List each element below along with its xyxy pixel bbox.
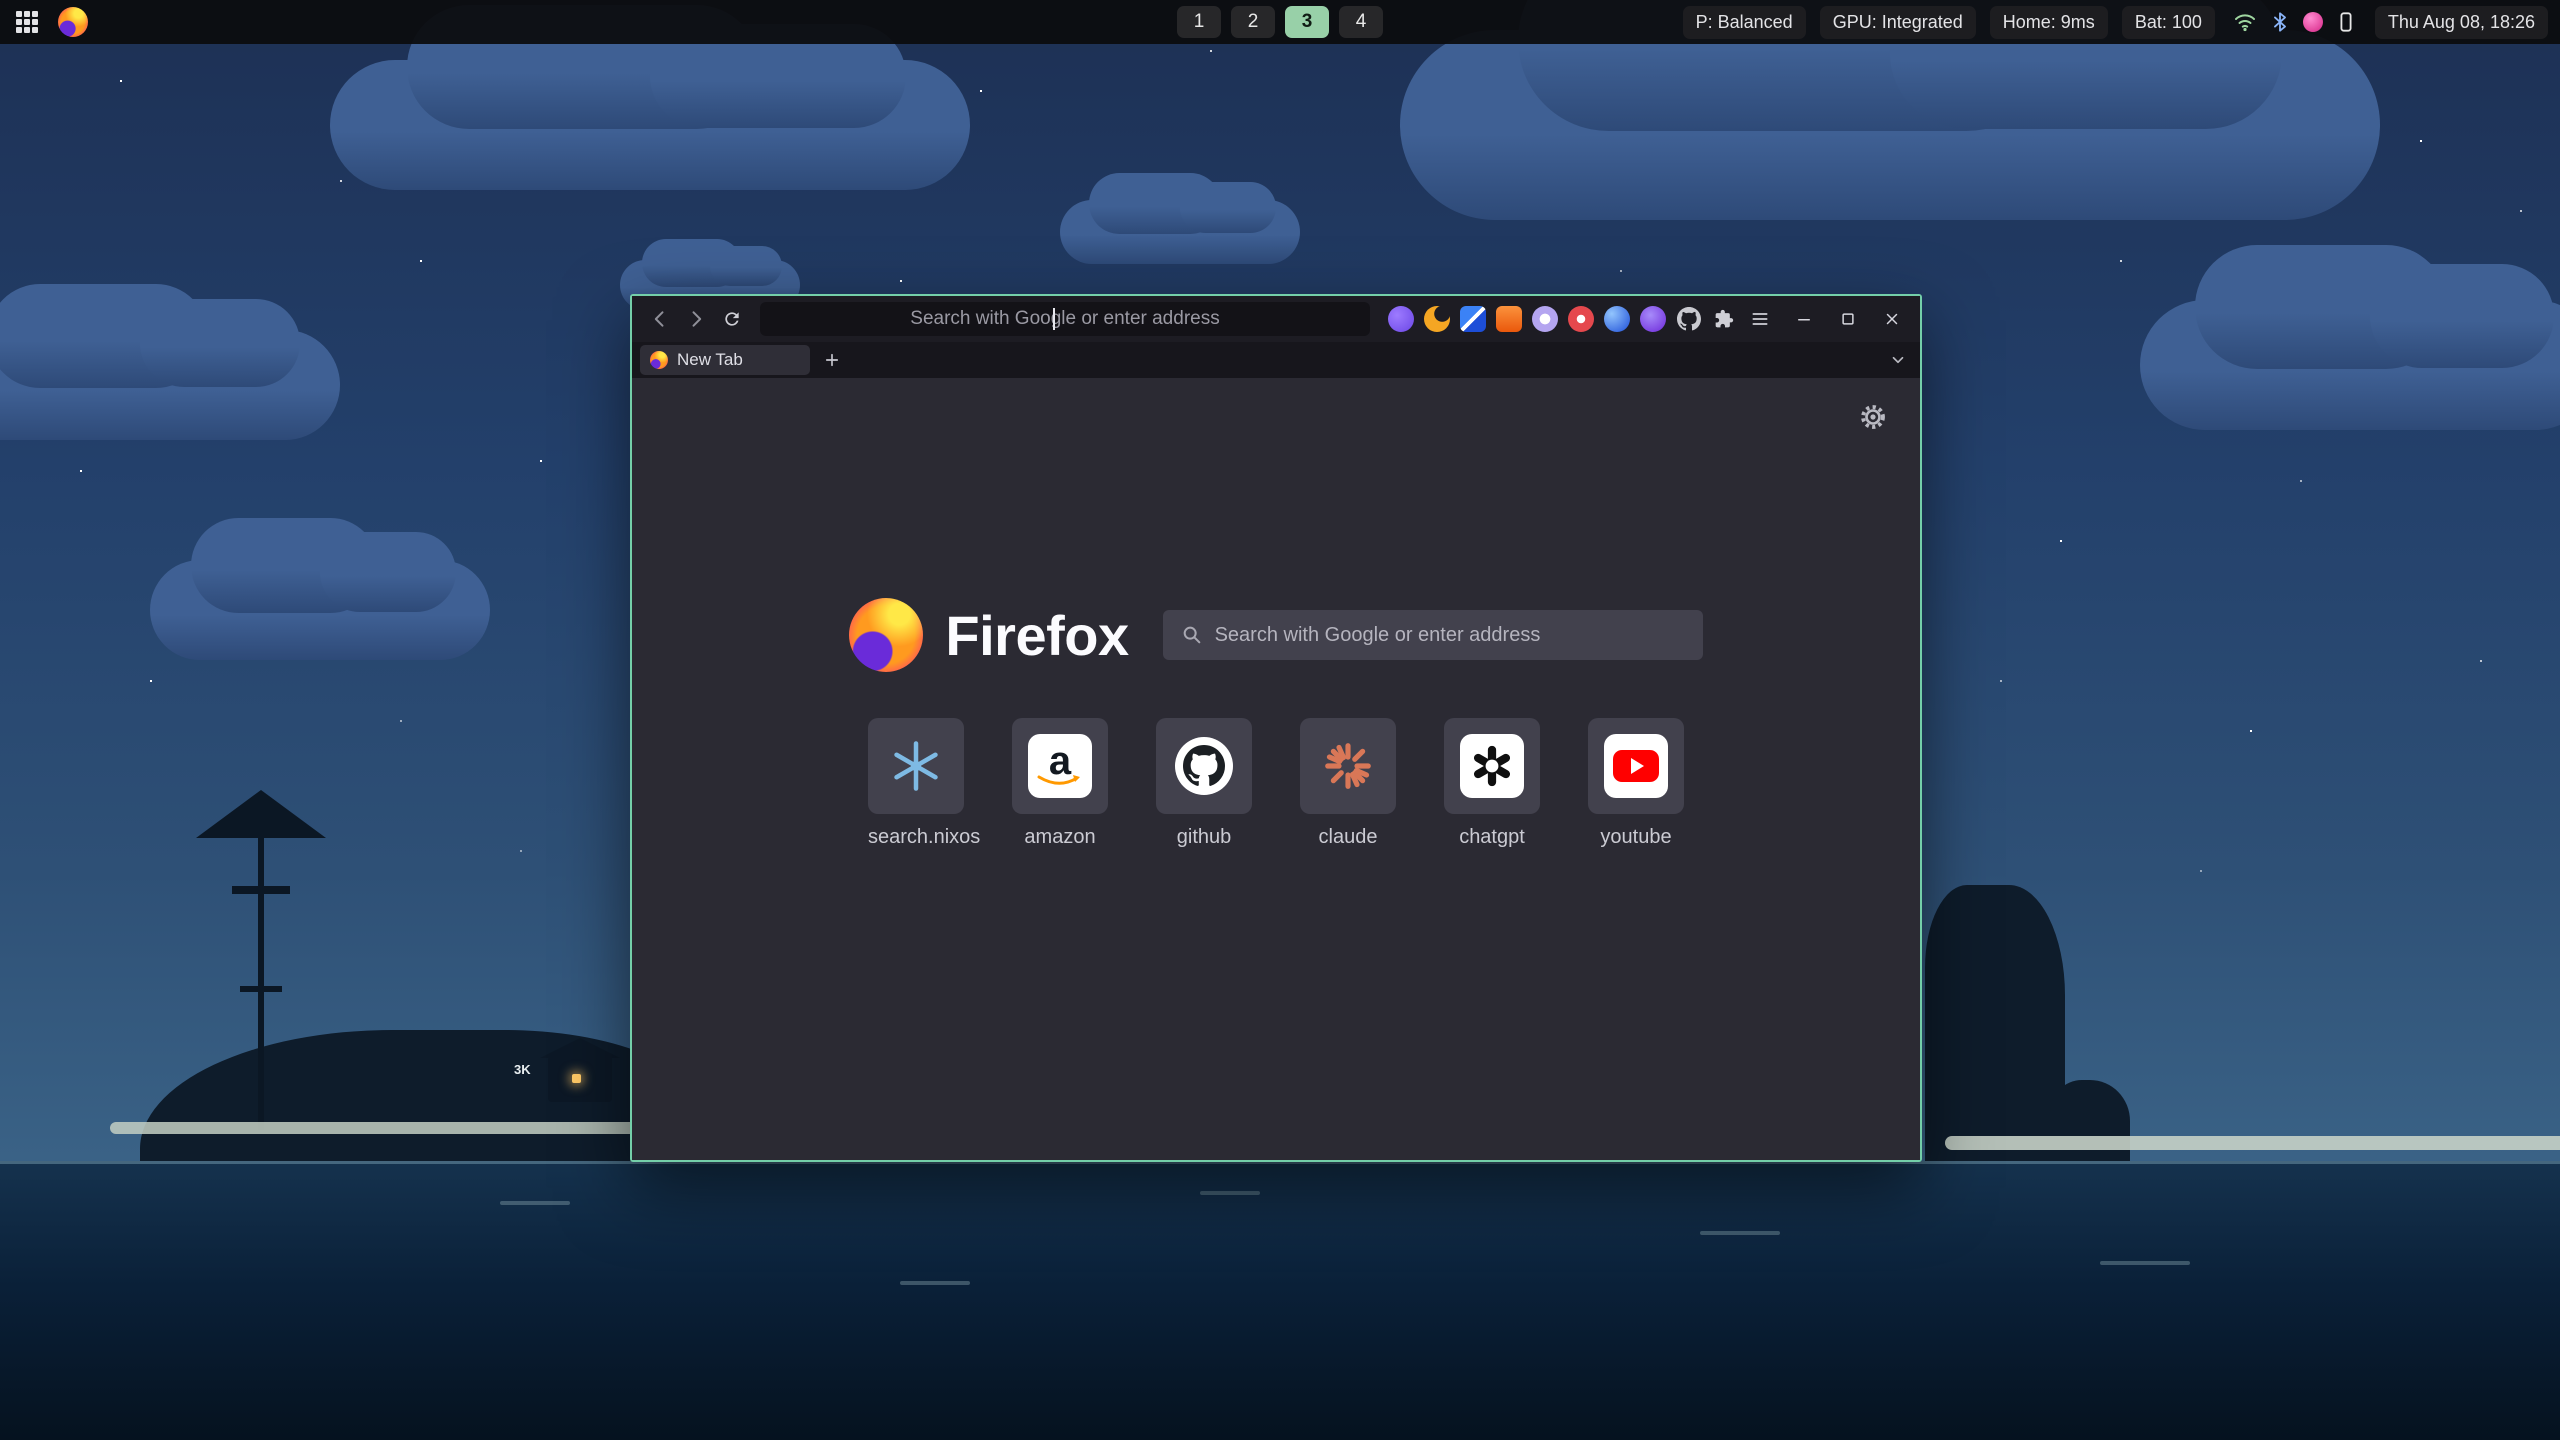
shortcut-tiles: search.nixos a amazon — [632, 718, 1920, 849]
firefox-logo — [849, 598, 923, 672]
personalize-gear-button[interactable] — [1860, 404, 1886, 430]
color-indicator-icon — [2303, 12, 2323, 32]
shortcut-claude[interactable]: claude — [1300, 718, 1396, 849]
firefox-wordmark: Firefox — [945, 603, 1128, 668]
shortcut-label: github — [1156, 826, 1252, 849]
status-bar: 1 2 3 4 P: Balanced GPU: Integrated Home… — [0, 0, 2560, 44]
shortcut-chatgpt[interactable]: chatgpt — [1444, 718, 1540, 849]
display-icon — [2335, 11, 2357, 33]
text-caret — [1053, 308, 1055, 330]
extension-buttons — [1388, 306, 1702, 332]
islet-silhouette — [1925, 885, 2065, 1161]
navigation-toolbar: Search with Google or enter address — [632, 296, 1920, 342]
firefox-favicon-icon — [650, 351, 668, 369]
extension-icon-6[interactable] — [1568, 306, 1594, 332]
bluetooth-icon — [2269, 11, 2291, 33]
tab-title: New Tab — [677, 350, 743, 370]
clock: Thu Aug 08, 18:26 — [2375, 6, 2548, 39]
youtube-icon — [1613, 750, 1659, 782]
workspace-3-active[interactable]: 3 — [1285, 6, 1329, 38]
claude-icon — [1321, 739, 1375, 793]
chatgpt-icon — [1470, 744, 1514, 788]
shortcut-github[interactable]: github — [1156, 718, 1252, 849]
extension-icon-github[interactable] — [1676, 306, 1702, 332]
workspace-1[interactable]: 1 — [1177, 6, 1221, 38]
shortcut-amazon[interactable]: a amazon — [1012, 718, 1108, 849]
extension-icon-3[interactable] — [1460, 306, 1486, 332]
maximize-button[interactable] — [1834, 305, 1862, 333]
ocean — [0, 1161, 2560, 1440]
list-all-tabs-button[interactable] — [1884, 346, 1912, 374]
shortcut-youtube[interactable]: youtube — [1588, 718, 1684, 849]
search-icon — [1181, 624, 1203, 646]
workspace-switcher: 1 2 3 4 — [1177, 6, 1383, 38]
island-sign: 3K — [514, 1062, 531, 1077]
cloud — [150, 560, 490, 660]
desktop: 3K 1 2 3 4 — [0, 0, 2560, 1440]
menu-button[interactable] — [1746, 305, 1774, 333]
github-icon — [1183, 745, 1225, 787]
new-tab-button[interactable] — [818, 346, 846, 374]
hut-window-light — [572, 1074, 581, 1083]
workspace-4[interactable]: 4 — [1339, 6, 1383, 38]
tab-new-tab[interactable]: New Tab — [640, 345, 810, 375]
cloud — [330, 60, 970, 190]
cloud — [1060, 200, 1300, 264]
cloud — [1400, 30, 2380, 220]
firefox-taskbar-icon[interactable] — [58, 7, 88, 37]
apps-grid-icon — [15, 10, 39, 34]
shortcut-search-nixos[interactable]: search.nixos — [868, 718, 964, 849]
watchtower-platform — [232, 886, 290, 894]
shortcut-label: claude — [1300, 826, 1396, 849]
window-controls — [1790, 305, 1906, 333]
newtab-search-box[interactable] — [1163, 610, 1703, 660]
beach-strip — [110, 1122, 690, 1134]
battery-indicator: Bat: 100 — [2122, 6, 2215, 39]
minimize-button[interactable] — [1790, 305, 1818, 333]
watchtower-pole — [258, 830, 264, 1130]
cloud — [0, 330, 340, 440]
watchtower-platform — [240, 986, 282, 992]
new-tab-page: Firefox — [632, 378, 1920, 1160]
extension-icon-1[interactable] — [1388, 306, 1414, 332]
extension-icon-8[interactable] — [1640, 306, 1666, 332]
shortcut-label: search.nixos — [868, 826, 964, 849]
nixos-icon — [889, 739, 943, 793]
forward-button[interactable] — [682, 305, 710, 333]
back-button[interactable] — [646, 305, 674, 333]
app-launcher-button[interactable] — [12, 7, 42, 37]
tab-bar: New Tab — [632, 342, 1920, 378]
system-tray — [2229, 10, 2361, 34]
url-placeholder: Search with Google or enter address — [910, 308, 1219, 330]
extensions-button[interactable] — [1710, 305, 1738, 333]
gpu-indicator: GPU: Integrated — [1820, 6, 1976, 39]
shortcut-label: youtube — [1588, 826, 1684, 849]
extension-icon-5[interactable] — [1532, 306, 1558, 332]
wifi-icon — [2233, 10, 2257, 34]
power-profile-indicator: P: Balanced — [1683, 6, 1806, 39]
extension-icon-2[interactable] — [1424, 306, 1450, 332]
amazon-smile-icon — [1037, 774, 1083, 790]
close-button[interactable] — [1878, 305, 1906, 333]
extension-icon-4[interactable] — [1496, 306, 1522, 332]
extension-icon-7[interactable] — [1604, 306, 1630, 332]
shortcut-label: amazon — [1012, 826, 1108, 849]
gear-icon — [1860, 404, 1886, 430]
firefox-window: Search with Google or enter address — [630, 294, 1922, 1162]
newtab-search-input[interactable] — [1215, 624, 1685, 647]
ping-indicator: Home: 9ms — [1990, 6, 2108, 39]
url-bar[interactable]: Search with Google or enter address — [760, 302, 1370, 336]
workspace-2[interactable]: 2 — [1231, 6, 1275, 38]
cloud — [2140, 300, 2560, 430]
firefox-branding: Firefox — [632, 598, 1920, 672]
beach-strip — [1945, 1136, 2560, 1150]
shortcut-label: chatgpt — [1444, 826, 1540, 849]
reload-button[interactable] — [718, 305, 746, 333]
